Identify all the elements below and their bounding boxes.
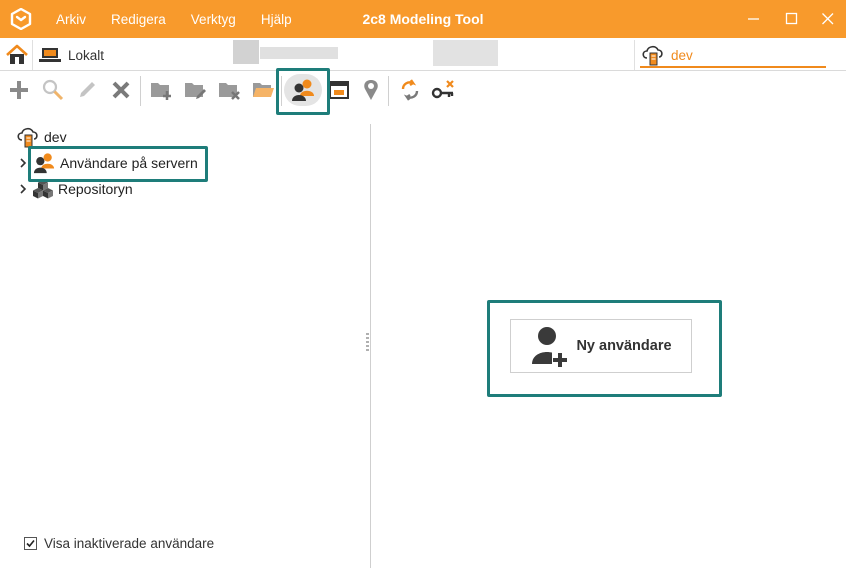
cubes-icon (33, 180, 53, 199)
maximize-button[interactable] (782, 9, 802, 29)
menu-hjalp[interactable]: Hjälp (261, 12, 292, 27)
open-folder-button[interactable] (250, 76, 276, 104)
sync-icon (401, 79, 419, 101)
add-button[interactable] (6, 76, 32, 104)
tree-root-label: dev (44, 129, 67, 145)
location-pin-icon (364, 80, 378, 100)
show-inactive-users-label: Visa inaktiverade användare (44, 536, 215, 551)
close-button[interactable] (818, 9, 838, 29)
sync-button[interactable] (397, 76, 423, 104)
toolbar (0, 72, 846, 108)
menu-redigera[interactable]: Redigera (111, 12, 166, 27)
redacted-tab[interactable] (433, 40, 498, 66)
show-inactive-users-checkbox[interactable]: Visa inaktiverade användare (24, 536, 214, 551)
cloud-server-icon (17, 127, 38, 148)
active-tab-indicator (640, 66, 826, 68)
new-folder-icon (151, 83, 171, 100)
tab-dev-label: dev (671, 47, 693, 63)
chevron-right-icon[interactable] (18, 158, 28, 168)
tree-root-dev[interactable]: dev (16, 126, 67, 148)
chevron-right-icon[interactable] (18, 184, 28, 194)
delete-folder-icon (219, 83, 240, 100)
checkbox-box[interactable] (24, 537, 37, 550)
edit-folder-button[interactable] (182, 76, 208, 104)
new-folder-button[interactable] (148, 76, 174, 104)
delete-icon (112, 81, 130, 99)
add-icon (10, 81, 28, 99)
toolbar-separator (388, 76, 389, 106)
edit-icon (80, 82, 95, 97)
delete-button[interactable] (108, 76, 134, 104)
redacted-tab[interactable] (233, 40, 259, 64)
tree-item-repositories-label: Repositoryn (58, 181, 133, 197)
search-button[interactable] (40, 76, 66, 104)
delete-folder-button[interactable] (216, 76, 242, 104)
tab-lokalt-label: Lokalt (68, 47, 105, 63)
window-icon (329, 81, 349, 99)
laptop-icon (39, 48, 61, 62)
tab-lokalt[interactable]: Lokalt (32, 40, 230, 70)
location-button[interactable] (358, 76, 384, 104)
app-logo-icon (10, 8, 32, 30)
home-icon[interactable] (4, 42, 30, 68)
key-icon (431, 80, 454, 99)
toolbar-separator (140, 76, 141, 106)
redacted-tab-label (260, 47, 338, 59)
key-button[interactable] (430, 76, 456, 104)
menu-verktyg[interactable]: Verktyg (191, 12, 236, 27)
edit-button[interactable] (74, 76, 100, 104)
panel-divider[interactable] (370, 124, 371, 568)
users-item-highlight (28, 146, 208, 182)
new-user-button-highlight (487, 300, 722, 397)
open-folder-icon (253, 83, 274, 97)
minimize-button[interactable] (744, 9, 764, 29)
splitter-grip[interactable] (366, 333, 370, 355)
menu-arkiv[interactable]: Arkiv (56, 12, 86, 27)
checkmark-icon (26, 539, 35, 548)
menu-bar: Arkiv Redigera Verktyg Hjälp (56, 0, 317, 38)
app-title: 2c8 Modeling Tool (362, 11, 484, 27)
cloud-server-icon (642, 45, 663, 66)
search-icon (42, 79, 64, 101)
title-bar: Arkiv Redigera Verktyg Hjälp 2c8 Modelin… (0, 0, 846, 38)
edit-folder-icon (185, 83, 206, 99)
